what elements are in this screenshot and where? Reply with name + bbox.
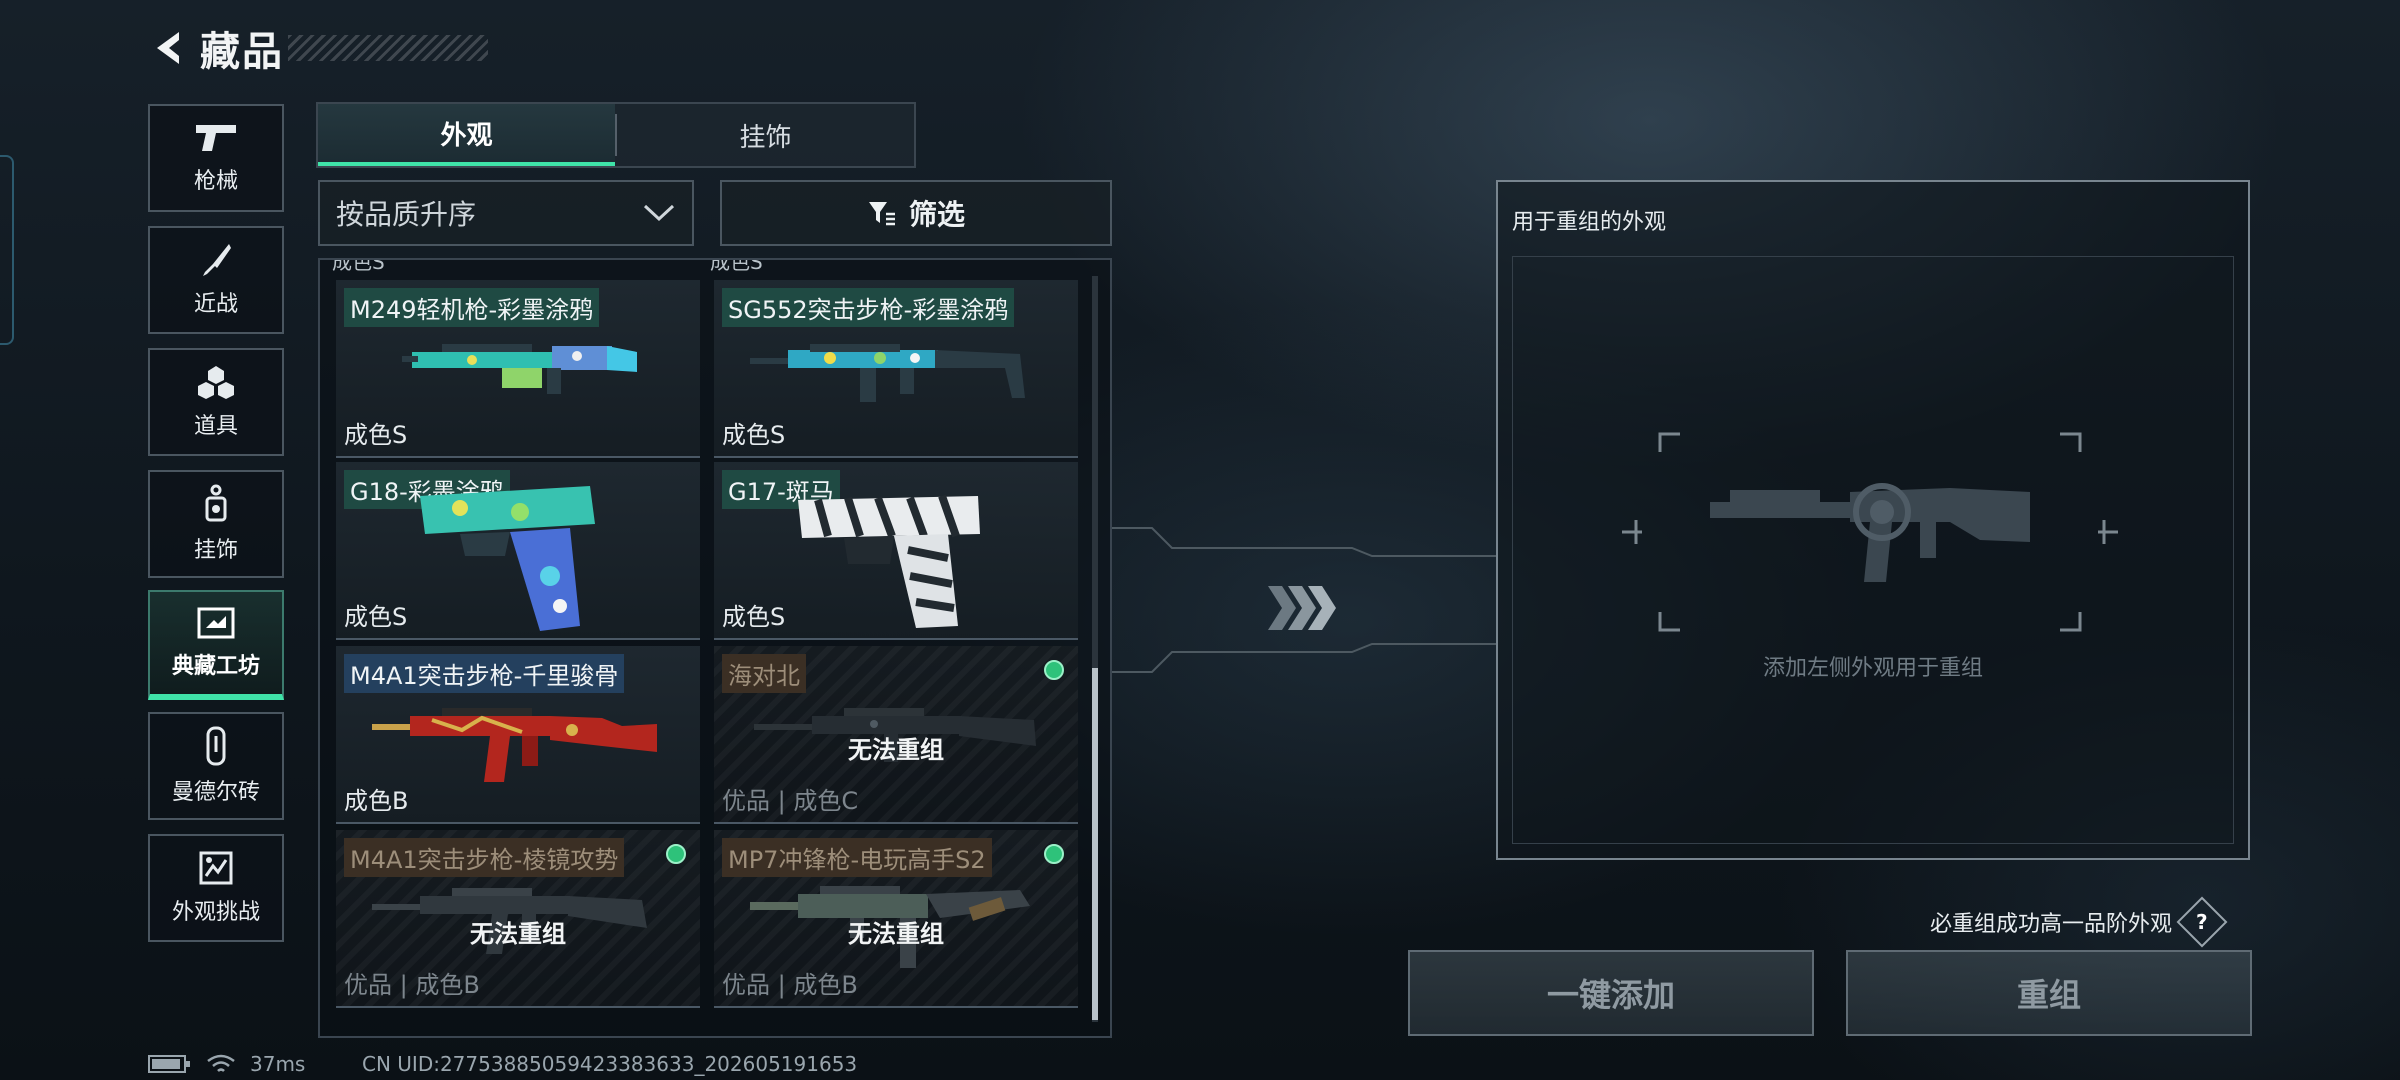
chevron-down-icon — [643, 204, 675, 222]
pistol-icon — [196, 125, 236, 151]
quick-add-button[interactable]: 一键添加 — [1408, 950, 1814, 1036]
skin-name: M4A1突击步枪-千里骏骨 — [344, 654, 625, 693]
filter-label: 筛选 — [908, 198, 965, 231]
sort-value: 按品质升序 — [336, 198, 477, 231]
equipped-indicator — [666, 844, 686, 864]
recombine-hint: 添加左侧外观用于重组 — [1762, 656, 1983, 681]
skin-grade: 优品 | 成色B — [344, 971, 480, 999]
cannot-recombine-label: 无法重组 — [470, 920, 566, 948]
skin-name: 海对北 — [722, 654, 806, 693]
page-title: 藏品 — [200, 29, 284, 75]
sidebar-item-label: 道具 — [193, 414, 238, 439]
partial-card-grade: 成色S — [710, 260, 763, 274]
workshop-icon — [197, 607, 235, 639]
help-symbol: ? — [2196, 909, 2208, 934]
rifle-skin-image — [750, 344, 1025, 402]
skin-grade: 成色S — [344, 603, 408, 631]
sidebar-item-label: 枪械 — [193, 169, 238, 194]
skin-name: SG552突击步枪-彩墨涂鸦 — [722, 288, 1015, 327]
skin-card[interactable]: G17-斑马 成色S — [714, 462, 1078, 640]
skin-card[interactable]: M249轻机枪-彩墨涂鸦 成色S — [336, 280, 700, 458]
skin-grade: 成色S — [722, 421, 786, 449]
tab-skins[interactable]: 外观 — [318, 104, 615, 166]
skin-name: M4A1突击步枪-棱镜攻势 — [344, 838, 625, 877]
pistol-skin-image — [420, 486, 595, 631]
cannot-recombine-label: 无法重组 — [848, 920, 944, 948]
skin-grade: 优品 | 成色C — [722, 787, 859, 815]
title-decoration — [288, 35, 488, 61]
sidebar-item-label: 外观挑战 — [171, 900, 260, 925]
skin-grade: 优品 | 成色B — [722, 971, 858, 999]
ping-value: 37ms — [250, 1052, 306, 1076]
skin-grid: 成色S 成色S M249轻机枪-彩墨涂鸦 成色S SG552突击步枪-彩墨涂鸦 … — [318, 258, 1112, 1038]
lmg-skin-image — [402, 344, 637, 394]
wifi-icon — [207, 1054, 235, 1072]
user-uid: CN UID:2775388505942338363​3_20260519165… — [362, 1052, 858, 1076]
brick-icon — [206, 726, 226, 766]
skin-name: M249轻机枪-彩墨涂鸦 — [344, 288, 600, 327]
help-icon[interactable]: ? — [2176, 896, 2228, 948]
left-edge-handle[interactable] — [0, 155, 14, 345]
skin-card[interactable]: SG552突击步枪-彩墨涂鸦 成色S — [714, 280, 1078, 458]
rifle-skin-image — [372, 708, 657, 782]
grenades-icon — [198, 366, 234, 399]
knife-icon — [203, 244, 231, 276]
filter-button[interactable]: 筛选 — [720, 180, 1112, 246]
sidebar-item-melee[interactable]: 近战 — [148, 226, 284, 334]
challenge-icon — [199, 851, 233, 885]
skin-grade: 成色S — [344, 421, 408, 449]
sidebar-item-label: 典藏工坊 — [171, 654, 260, 679]
grid-scrollbar-thumb[interactable] — [1092, 668, 1098, 1020]
sidebar-item-charms[interactable]: 挂饰 — [148, 470, 284, 578]
back-arrow-icon[interactable] — [148, 27, 190, 69]
sort-dropdown[interactable]: 按品质升序 — [318, 180, 694, 246]
sidebar-item-workshop[interactable]: 典藏工坊 — [148, 590, 284, 700]
equipped-indicator — [1044, 844, 1064, 864]
battery-icon — [148, 1055, 190, 1073]
recombine-panel-title: 用于重组的外观 — [1512, 210, 1667, 235]
page-header: 藏品 — [148, 22, 488, 75]
recombine-guarantee-note: 必重组成功高一品阶外观 ? — [1930, 896, 2228, 948]
skin-grade: 成色S — [722, 603, 786, 631]
filter-icon — [868, 202, 895, 226]
status-bar: 37ms — [148, 1052, 305, 1076]
tab-bar: 外观 挂饰 — [316, 102, 916, 168]
sidebar-item-mandel-brick[interactable]: 曼德尔砖 — [148, 712, 284, 820]
sidebar-item-guns[interactable]: 枪械 — [148, 104, 284, 212]
recombine-button[interactable]: 重组 — [1846, 950, 2252, 1036]
sidebar-item-gadgets[interactable]: 道具 — [148, 348, 284, 456]
sidebar-item-label: 曼德尔砖 — [171, 780, 260, 805]
partial-card-grade: 成色S — [332, 260, 385, 274]
empty-slot-rifle-icon — [1622, 432, 2118, 632]
sidebar-item-label: 近战 — [193, 292, 238, 317]
charm-icon — [205, 484, 227, 522]
cannot-recombine-label: 无法重组 — [848, 736, 944, 764]
sidebar-item-skin-challenge[interactable]: 外观挑战 — [148, 834, 284, 942]
skin-card[interactable]: G18-彩墨涂鸦 成色S — [336, 462, 700, 640]
skin-card[interactable]: MP7冲锋枪-电玩高手S2 无法重组 优品 | 成色B — [714, 830, 1078, 1008]
skin-card[interactable]: 海对北 无法重组 优品 | 成色C — [714, 646, 1078, 824]
skin-card[interactable]: M4A1突击步枪-千里骏骨 成色B — [336, 646, 700, 824]
tab-charms[interactable]: 挂饰 — [617, 104, 914, 166]
chevrons-right-icon — [1268, 586, 1336, 630]
pistol-skin-image — [798, 494, 980, 628]
skin-grade: 成色B — [344, 787, 409, 815]
sidebar-item-label: 挂饰 — [193, 538, 238, 563]
skin-card[interactable]: M4A1突击步枪-棱镜攻势 无法重组 优品 | 成色B — [336, 830, 700, 1008]
note-text: 必重组成功高一品阶外观 — [1930, 912, 2173, 937]
equipped-indicator — [1044, 660, 1064, 680]
